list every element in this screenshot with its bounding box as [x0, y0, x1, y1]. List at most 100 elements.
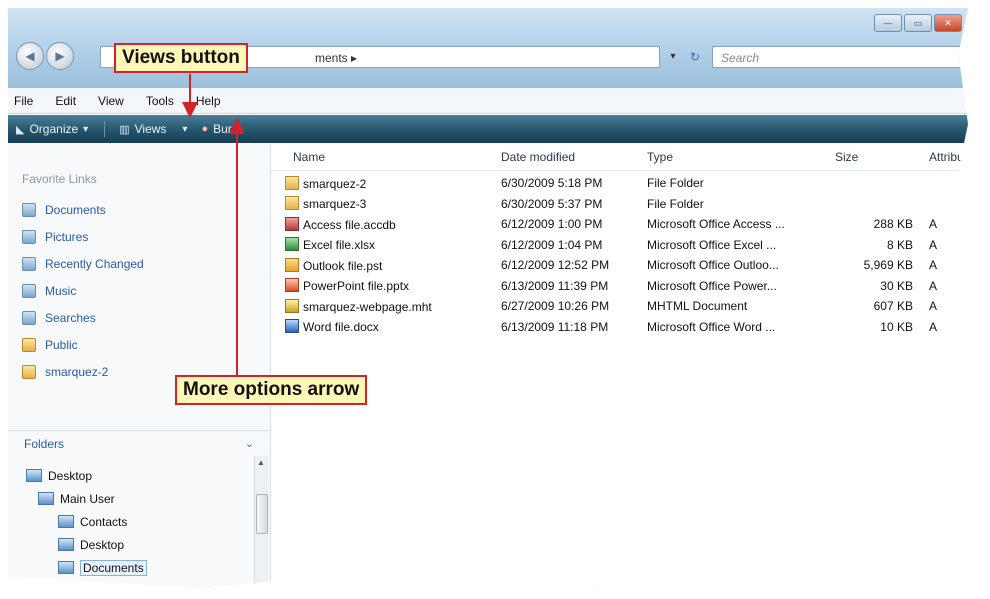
table-row[interactable]: Excel file.xlsx 6/12/2009 1:04 PM Microsof…: [271, 236, 968, 254]
close-button[interactable]: ✕: [934, 14, 962, 32]
mht-file-icon: [285, 298, 299, 313]
favorite-link-documents[interactable]: Documents: [22, 196, 144, 223]
burn-button[interactable]: ● Burn: [201, 122, 238, 136]
window-controls: — ▭ ✕: [874, 14, 962, 32]
excel-file-icon: [285, 237, 299, 251]
favorite-link-label: Music: [45, 283, 77, 298]
folder-tree: Desktop Main User Contacts Desktop Docum…: [26, 464, 252, 588]
scroll-thumb[interactable]: [256, 494, 268, 534]
minimize-button[interactable]: —: [874, 14, 902, 32]
file-name: smarquez-3: [303, 197, 367, 211]
menu-file[interactable]: File: [14, 94, 33, 108]
favorite-links-list: Documents Pictures Recently Changed Musi…: [22, 196, 144, 385]
organize-dropdown-icon[interactable]: ▾: [83, 124, 88, 135]
tree-item-label: Desktop: [80, 537, 125, 552]
file-name: Outlook file.pst: [303, 258, 383, 273]
documents-icon: [22, 202, 36, 217]
column-header-size[interactable]: Size: [835, 150, 858, 164]
desktop-icon: [26, 469, 42, 482]
tree-item-desktop-sub[interactable]: Desktop: [26, 533, 252, 556]
table-row[interactable]: smarquez-webpage.mht 6/27/2009 10:26 PM MH…: [271, 297, 968, 315]
burn-label: Burn: [213, 122, 239, 136]
favorite-link-music[interactable]: Music: [22, 277, 144, 304]
file-name-cell[interactable]: Outlook file.pst: [285, 257, 383, 273]
date-modified-cell: 6/12/2009 1:00 PM: [501, 217, 603, 231]
type-cell: Microsoft Office Outloo...: [647, 258, 779, 272]
menu-edit[interactable]: Edit: [55, 94, 76, 108]
type-cell: File Folder: [647, 196, 704, 211]
tree-item-main-user[interactable]: Main User: [26, 487, 252, 510]
table-row[interactable]: Word file.docx 6/13/2009 11:18 PM Microsof…: [271, 318, 968, 336]
file-name-cell[interactable]: Excel file.xlsx: [285, 237, 375, 252]
date-modified-cell: 6/13/2009 11:39 PM: [501, 278, 609, 293]
file-list: Name Date modified Type Size Attribu sma…: [271, 144, 968, 588]
menu-view[interactable]: View: [98, 94, 124, 108]
attributes-cell: A: [929, 299, 938, 313]
file-name-cell[interactable]: smarquez-webpage.mht: [285, 298, 432, 314]
file-name-cell[interactable]: smarquez-3: [285, 196, 366, 211]
file-name-cell[interactable]: PowerPoint file.pptx: [285, 278, 409, 293]
file-name-cell[interactable]: Word file.docx: [285, 319, 379, 334]
column-header-attributes[interactable]: Attribu: [929, 150, 964, 164]
column-headers: Name Date modified Type Size Attribu: [271, 144, 968, 171]
folder-icon: [78, 584, 94, 588]
table-row[interactable]: Access file.accdb 6/12/2009 1:00 PM Micros…: [271, 215, 968, 233]
column-header-name[interactable]: Name: [293, 150, 325, 164]
chevron-down-icon[interactable]: ⌄: [245, 437, 254, 450]
favorite-link-searches[interactable]: Searches: [22, 304, 144, 331]
contacts-icon: [58, 515, 74, 528]
type-cell: Microsoft Office Word ...: [647, 319, 776, 334]
views-label: Views: [134, 122, 167, 136]
views-more-options-arrow-icon[interactable]: ▾: [182, 124, 187, 135]
attributes-cell: A: [929, 319, 938, 334]
favorite-link-pictures[interactable]: Pictures: [22, 223, 144, 250]
file-name-cell[interactable]: smarquez-2: [285, 175, 367, 191]
tree-item-smarquez-2[interactable]: smarquez-2: [26, 579, 252, 588]
table-row[interactable]: smarquez-2 6/30/2009 5:18 PM File Folder: [271, 174, 968, 192]
favorite-link-label: smarquez-2: [45, 364, 109, 379]
forward-button[interactable]: ▶: [46, 42, 74, 70]
table-row[interactable]: Outlook file.pst 6/12/2009 12:52 PM Micros…: [271, 256, 968, 274]
date-modified-cell: 6/30/2009 5:37 PM: [501, 196, 603, 211]
favorite-link-smarquez-2[interactable]: smarquez-2: [22, 358, 144, 385]
command-toolbar: ◣ Organize ▾ ▥ Views ▾ ● Burn: [8, 115, 968, 143]
favorite-link-label: Searches: [45, 310, 96, 325]
tree-scrollbar[interactable]: ▲: [254, 456, 269, 588]
folder-icon: [22, 364, 36, 379]
search-input[interactable]: Search: [712, 46, 962, 68]
table-row[interactable]: PowerPoint file.pptx 6/13/2009 11:39 PM Mi…: [271, 277, 968, 295]
explorer-window: — ▭ ✕ ◀ ▶ ments ▸ ▾ ↻ Search File Edit V…: [8, 8, 968, 588]
menu-tools[interactable]: Tools: [146, 94, 174, 108]
word-file-icon: [285, 319, 299, 333]
table-row[interactable]: smarquez-3 6/30/2009 5:37 PM File Folder: [271, 195, 968, 213]
folder-icon: [22, 337, 36, 352]
favorite-link-recently-changed[interactable]: Recently Changed: [22, 250, 144, 277]
size-cell: 8 KB: [886, 237, 913, 252]
file-name-cell[interactable]: Access file.accdb: [285, 216, 396, 232]
scroll-up-icon[interactable]: ▲: [257, 458, 265, 467]
column-header-type[interactable]: Type: [647, 150, 673, 164]
menu-help[interactable]: Help: [196, 94, 221, 108]
column-header-date-modified[interactable]: Date modified: [501, 150, 575, 164]
tree-item-documents[interactable]: Documents: [26, 556, 252, 579]
address-dropdown-icon[interactable]: ▾: [663, 46, 683, 68]
file-name: Excel file.xlsx: [303, 238, 376, 252]
recently-changed-icon: [22, 256, 36, 271]
favorite-link-public[interactable]: Public: [22, 331, 144, 358]
views-button[interactable]: ▥ Views: [119, 122, 166, 136]
file-name: smarquez-2: [303, 176, 367, 191]
folder-icon: [285, 175, 299, 190]
attributes-cell: A: [929, 258, 938, 272]
pictures-icon: [22, 229, 36, 244]
maximize-button[interactable]: ▭: [904, 14, 932, 32]
access-file-icon: [285, 216, 299, 231]
folders-header[interactable]: Folders ⌄: [8, 430, 270, 456]
tree-item-desktop[interactable]: Desktop: [26, 464, 252, 487]
refresh-icon[interactable]: ↻: [684, 46, 706, 68]
organize-button[interactable]: ◣ Organize ▾: [16, 122, 88, 136]
tree-item-contacts[interactable]: Contacts: [26, 510, 252, 533]
type-cell: Microsoft Office Excel ...: [647, 237, 777, 252]
back-button[interactable]: ◀: [16, 42, 44, 70]
date-modified-cell: 6/12/2009 12:52 PM: [501, 258, 610, 272]
tree-item-label: smarquez-2: [100, 584, 163, 589]
